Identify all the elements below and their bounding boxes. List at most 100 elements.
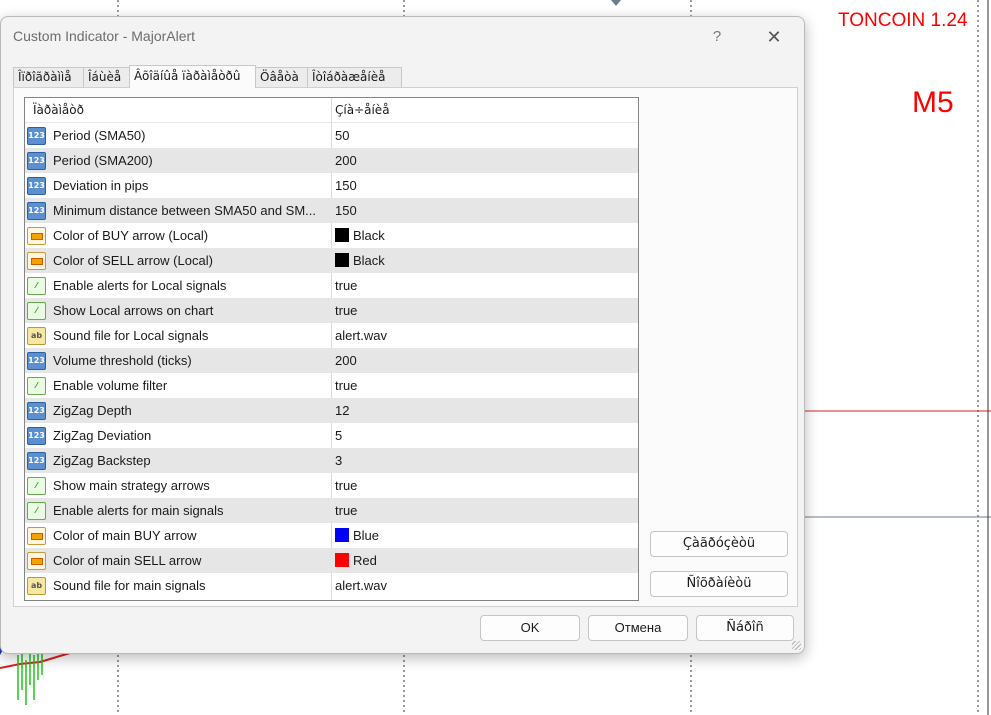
parameter-name: Deviation in pips <box>53 178 149 193</box>
parameter-row[interactable]: 123 Period (SMA50) 50 <box>25 123 638 148</box>
dialog-title: Custom Indicator - MajorAlert <box>13 28 196 44</box>
number-icon: 123 <box>27 352 46 370</box>
parameter-row[interactable]: 123 Volume threshold (ticks) 200 <box>25 348 638 373</box>
parameter-name: Show main strategy arrows <box>53 478 210 493</box>
parameter-value[interactable]: alert.wav <box>335 328 387 343</box>
parameter-value-text: 150 <box>335 203 357 218</box>
tab-colors[interactable]: Öâåòà <box>255 67 308 87</box>
cancel-button[interactable]: Отмена <box>588 615 688 641</box>
parameter-row[interactable]: 123 Minimum distance between SMA50 and SM… <box>25 198 638 223</box>
tab-inputs[interactable]: Âõîäíûå ïàðàìåòðû <box>129 65 256 88</box>
chart-timeframe-label: M5 <box>912 86 954 119</box>
parameter-value[interactable]: true <box>335 278 357 293</box>
parameter-row[interactable]: Color of BUY arrow (Local) Black <box>25 223 638 248</box>
bool-icon: ⁄ <box>27 277 46 295</box>
ok-button[interactable]: OK <box>480 615 580 641</box>
parameter-value-text: Red <box>353 553 377 568</box>
parameter-name: Period (SMA200) <box>53 153 153 168</box>
parameter-value[interactable]: 5 <box>335 428 342 443</box>
parameters-grid[interactable]: Ïàðàìåòð Çíà÷åíèå 123 Period (SMA50) 50 123… <box>24 97 639 601</box>
parameter-value-text: 3 <box>335 453 343 468</box>
chart-candles <box>17 648 43 705</box>
parameter-row[interactable]: Color of main SELL arrow Red <box>25 548 638 573</box>
parameter-value[interactable]: Red <box>335 553 377 568</box>
parameter-name: Show Local arrows on chart <box>53 303 214 318</box>
dialog-titlebar[interactable]: Custom Indicator - MajorAlert ? ✕ <box>1 17 804 55</box>
parameter-value[interactable]: 12 <box>335 403 349 418</box>
parameter-row[interactable]: Color of SELL arrow (Local) Black <box>25 248 638 273</box>
parameter-row[interactable]: ⁄ Enable alerts for main signals true <box>25 498 638 523</box>
parameter-value[interactable]: Blue <box>335 528 379 543</box>
parameter-value-text: true <box>335 503 358 518</box>
parameter-name: Volume threshold (ticks) <box>53 353 192 368</box>
tab-common[interactable]: Îáùèå <box>83 67 130 87</box>
parameter-value[interactable]: 150 <box>335 178 357 193</box>
parameter-name: Color of SELL arrow (Local) <box>53 253 213 268</box>
parameter-row[interactable]: 123 ZigZag Backstep 3 <box>25 448 638 473</box>
color-swatch <box>335 253 349 267</box>
parameter-value-text: 12 <box>335 403 350 418</box>
parameter-row[interactable]: 123 ZigZag Deviation 5 <box>25 423 638 448</box>
parameter-value[interactable]: 200 <box>335 353 357 368</box>
parameter-value[interactable]: 3 <box>335 453 342 468</box>
number-icon: 123 <box>27 427 46 445</box>
parameter-name: Color of main BUY arrow <box>53 528 197 543</box>
parameter-row[interactable]: ⁄ Show main strategy arrows true <box>25 473 638 498</box>
parameter-value[interactable]: true <box>335 478 357 493</box>
parameter-value-text: 5 <box>335 428 343 443</box>
number-icon: 123 <box>27 402 46 420</box>
parameter-row[interactable]: 123 ZigZag Depth 12 <box>25 398 638 423</box>
grid-header: Ïàðàìåòð Çíà÷åíèå <box>25 98 638 123</box>
number-icon: 123 <box>27 202 46 220</box>
chart-top-marker <box>611 0 621 6</box>
parameter-row[interactable]: ab Sound file for Local signals alert.wav <box>25 323 638 348</box>
color-icon <box>27 252 46 270</box>
close-button[interactable]: ✕ <box>761 26 787 48</box>
reset-button[interactable]: Ñáðîñ <box>696 615 794 641</box>
parameter-name: Sound file for Local signals <box>53 328 209 343</box>
number-icon: 123 <box>27 152 46 170</box>
parameter-row[interactable]: ab Sound file for main signals alert.wav <box>25 573 638 598</box>
help-button[interactable]: ? <box>704 26 730 48</box>
parameter-value[interactable]: 150 <box>335 203 357 218</box>
parameter-value-text: Blue <box>353 528 380 543</box>
parameter-name: Sound file for main signals <box>53 578 206 593</box>
parameter-row[interactable]: ⁄ Enable alerts for Local signals true <box>25 273 638 298</box>
parameter-value-text: 50 <box>335 128 350 143</box>
parameter-name: Enable volume filter <box>53 378 168 393</box>
parameter-value[interactable]: true <box>335 303 357 318</box>
parameter-value[interactable]: Black <box>335 253 385 268</box>
parameter-value[interactable]: Black <box>335 228 385 243</box>
resize-grip[interactable] <box>792 641 801 650</box>
parameter-value-text: Black <box>353 253 385 268</box>
tab-visualization[interactable]: Îòîáðàæåíèå <box>307 67 402 87</box>
load-button[interactable]: Çàãðóçèòü <box>650 531 788 557</box>
string-icon: ab <box>27 327 46 345</box>
parameter-value-text: 150 <box>335 178 357 193</box>
parameter-value-text: 200 <box>335 353 357 368</box>
parameter-row[interactable]: ⁄ Show Local arrows on chart true <box>25 298 638 323</box>
color-swatch <box>335 228 349 242</box>
parameter-value-text: alert.wav <box>335 328 388 343</box>
parameter-name: Color of BUY arrow (Local) <box>53 228 209 243</box>
parameter-name: ZigZag Deviation <box>53 428 152 443</box>
parameter-row[interactable]: 123 Period (SMA200) 200 <box>25 148 638 173</box>
parameter-name: Period (SMA50) <box>53 128 146 143</box>
parameter-value[interactable]: alert.wav <box>335 578 387 593</box>
parameter-row[interactable]: Color of main BUY arrow Blue <box>25 523 638 548</box>
parameter-value[interactable]: 50 <box>335 128 349 143</box>
parameter-value[interactable]: 200 <box>335 153 357 168</box>
parameter-row[interactable]: ⁄ Enable volume filter true <box>25 373 638 398</box>
parameter-row[interactable]: 123 Deviation in pips 150 <box>25 173 638 198</box>
parameter-value[interactable]: true <box>335 503 357 518</box>
parameter-value[interactable]: true <box>335 378 357 393</box>
parameter-value-text: true <box>335 303 358 318</box>
tab-about[interactable]: Îïðîãðàììå <box>13 67 84 87</box>
grid-rows: 123 Period (SMA50) 50 123 Period (SMA200) 200… <box>25 123 638 598</box>
color-icon <box>27 227 46 245</box>
parameter-value-text: Black <box>353 228 385 243</box>
save-button[interactable]: Ñîõðàíèòü <box>650 571 788 597</box>
bool-icon: ⁄ <box>27 377 46 395</box>
parameter-value-text: true <box>335 478 358 493</box>
parameter-name: Enable alerts for Local signals <box>53 278 227 293</box>
